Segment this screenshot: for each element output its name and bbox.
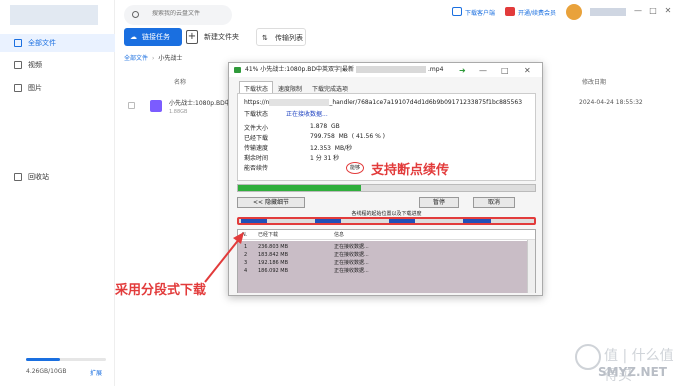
arrow-head <box>233 232 244 244</box>
watermark-site: SMYZ.NET <box>598 365 667 379</box>
arrow-line <box>204 237 241 283</box>
annotation-segmented: 采用分段式下载 <box>115 283 207 298</box>
annotation-arrow <box>204 232 244 283</box>
